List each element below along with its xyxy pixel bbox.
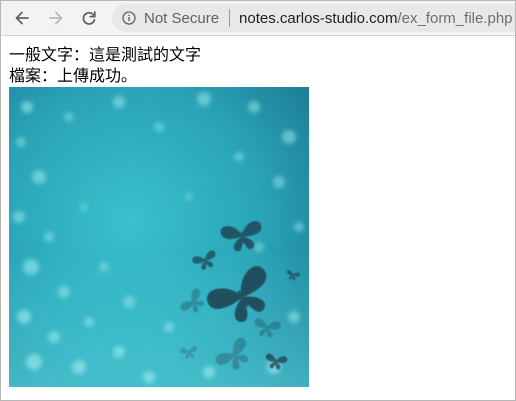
back-button[interactable] bbox=[10, 6, 34, 30]
url-host: notes.carlos-studio.com bbox=[239, 9, 398, 27]
url-path: /ex_form_file.php bbox=[397, 9, 513, 27]
address-bar-divider bbox=[229, 9, 231, 27]
uploaded-image bbox=[9, 87, 309, 387]
reload-icon bbox=[82, 11, 96, 25]
arrow-right-icon bbox=[49, 11, 63, 25]
text-field-result: 一般文字：這是測試的文字 bbox=[9, 45, 202, 64]
security-label[interactable]: Not Secure bbox=[144, 10, 219, 27]
file-upload-result: 檔案：上傳成功。 bbox=[9, 66, 138, 85]
page-content: 一般文字：這是測試的文字 檔案：上傳成功。 bbox=[1, 36, 515, 387]
address-bar[interactable]: Not Secure notes.carlos-studio.com/ex_fo… bbox=[112, 4, 515, 32]
forward-button[interactable] bbox=[44, 6, 68, 30]
reload-button[interactable] bbox=[77, 6, 101, 30]
arrow-left-icon bbox=[15, 11, 29, 25]
info-icon[interactable] bbox=[122, 11, 136, 25]
browser-window: Not Secure notes.carlos-studio.com/ex_fo… bbox=[0, 0, 516, 401]
browser-toolbar: Not Secure notes.carlos-studio.com/ex_fo… bbox=[1, 1, 515, 36]
